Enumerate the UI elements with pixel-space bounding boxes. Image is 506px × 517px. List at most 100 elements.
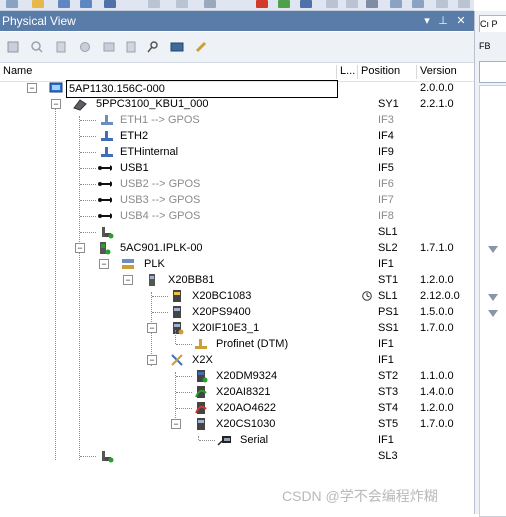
column-l[interactable]: L... xyxy=(340,65,355,77)
tree-item-label[interactable]: ETH1 --> GPOS xyxy=(120,112,200,128)
tree-item-label[interactable]: X20BC1083 xyxy=(192,288,251,304)
version-value: 2.0.0.0 xyxy=(420,82,454,94)
expand-arrow-icon[interactable] xyxy=(488,246,498,253)
tree-row[interactable]: Profinet (DTM) IF1 xyxy=(0,330,474,352)
x2x-icon xyxy=(171,354,183,366)
tree-row[interactable]: Serial IF1 xyxy=(0,432,474,448)
column-name[interactable]: Name xyxy=(3,65,32,77)
tree-row[interactable]: − 5AP1130.156C-000 2.0.0.0 xyxy=(0,80,474,98)
tree-item-label[interactable]: X20AO4622 xyxy=(216,400,276,416)
tools-icon[interactable] xyxy=(146,40,160,54)
toolbar-icon[interactable] xyxy=(458,0,470,8)
version-value: 1.2.0.0 xyxy=(420,274,454,286)
config-icon[interactable] xyxy=(78,40,92,54)
pin-icon[interactable]: ⊥ xyxy=(436,11,450,31)
tree-item-label[interactable]: X20CS1030 xyxy=(216,416,275,432)
collapse-icon[interactable]: − xyxy=(75,243,85,253)
collapse-icon[interactable]: − xyxy=(123,275,133,285)
toolbar-icon[interactable] xyxy=(148,0,160,8)
dropdown-arrow-icon[interactable]: ▾ xyxy=(420,11,434,31)
fb-button[interactable]: FB xyxy=(479,37,506,55)
tree-item-label[interactable]: 5PPC3100_KBU1_000 xyxy=(96,96,209,112)
toolbar-icon[interactable] xyxy=(176,0,188,8)
tree-row[interactable]: X20AO4622 ST4 1.2.0.0 xyxy=(0,400,474,416)
tree-item-label[interactable]: USB1 xyxy=(120,160,149,176)
tree-item-label[interactable]: Serial xyxy=(240,432,268,448)
tree-row[interactable]: − PLK IF1 xyxy=(0,256,474,272)
collapse-icon[interactable]: − xyxy=(147,355,157,365)
toolbar-icon[interactable] xyxy=(278,0,290,8)
collapse-icon[interactable]: − xyxy=(27,83,37,93)
tree-item-label[interactable]: X20AI8321 xyxy=(216,384,270,400)
properties-icon[interactable] xyxy=(6,40,20,54)
toolbar-icon[interactable] xyxy=(80,0,92,8)
side-panel-content xyxy=(479,85,506,517)
search-icon[interactable] xyxy=(30,40,44,54)
tree-item-label[interactable]: Profinet (DTM) xyxy=(216,336,288,352)
module-icon[interactable] xyxy=(102,40,116,54)
toolbar-icon[interactable] xyxy=(436,0,448,8)
tree-row[interactable]: USB1 IF5 xyxy=(0,160,474,176)
tree-row[interactable]: X20DM9324 ST2 1.1.0.0 xyxy=(0,368,474,384)
tree-row[interactable]: USB2 --> GPOS IF6 xyxy=(0,176,474,192)
tree-row[interactable]: SL3 xyxy=(0,448,474,464)
collapse-icon[interactable]: − xyxy=(171,419,181,429)
tab-p[interactable]: Cı P xyxy=(479,15,506,32)
tree-row[interactable]: ETHinternal IF9 xyxy=(0,144,474,160)
document-icon[interactable] xyxy=(54,40,68,54)
side-panel-input[interactable] xyxy=(479,61,506,83)
collapse-icon[interactable]: − xyxy=(147,323,157,333)
tree-row[interactable]: − X2X IF1 xyxy=(0,352,474,368)
file-icon[interactable] xyxy=(124,40,138,54)
collapse-icon[interactable]: − xyxy=(51,99,61,109)
toolbar-icon[interactable] xyxy=(6,0,18,8)
tree-row[interactable]: USB3 --> GPOS IF7 xyxy=(0,192,474,208)
tree-item-label[interactable]: ETH2 xyxy=(120,128,148,144)
tree-row[interactable]: ETH2 IF4 xyxy=(0,128,474,144)
physical-view-tree: − 5AP1130.156C-000 2.0.0.0 − 5PPC3100_KB… xyxy=(0,80,474,475)
collapse-icon[interactable]: − xyxy=(99,259,109,269)
tree-row[interactable]: X20BC1083 SL1 2.12.0.0 xyxy=(0,288,474,304)
column-position[interactable]: Position xyxy=(361,65,400,77)
toolbar-icon[interactable] xyxy=(326,0,338,8)
tree-row[interactable]: − X20CS1030 ST5 1.7.0.0 xyxy=(0,416,474,432)
tree-row[interactable]: X20AI8321 ST3 1.4.0.0 xyxy=(0,384,474,400)
tree-item-label[interactable]: X20PS9400 xyxy=(192,304,251,320)
toolbar-icon[interactable] xyxy=(366,0,378,8)
toolbar-icon[interactable] xyxy=(346,0,358,8)
toolbar-icon[interactable] xyxy=(104,0,116,8)
expand-arrow-icon[interactable] xyxy=(488,294,498,301)
tree-row[interactable]: − 5AC901.IPLK-00 SL2 1.7.1.0 xyxy=(0,240,474,256)
tree-row[interactable]: − 5PPC3100_KBU1_000 SY1 2.2.1.0 xyxy=(0,96,474,112)
tree-row[interactable]: X20PS9400 PS1 1.5.0.0 xyxy=(0,304,474,320)
tree-row[interactable]: SL1 xyxy=(0,224,474,240)
panel-title: Physical View xyxy=(2,14,76,28)
expand-arrow-icon[interactable] xyxy=(488,310,498,317)
toolbar-icon[interactable] xyxy=(390,0,402,8)
tree-row[interactable]: ETH1 --> GPOS IF3 xyxy=(0,112,474,128)
tree-item-label[interactable]: X20IF10E3_1 xyxy=(192,320,259,336)
tree-item-label[interactable]: USB3 --> GPOS xyxy=(120,192,200,208)
tree-item-label[interactable]: ETHinternal xyxy=(120,144,178,160)
tree-item-label[interactable]: PLK xyxy=(144,256,165,272)
tree-item-label[interactable]: USB2 --> GPOS xyxy=(120,176,200,192)
toolbar-icon[interactable] xyxy=(32,0,44,8)
toolbar-icon[interactable] xyxy=(204,0,216,8)
tree-row[interactable]: − X20BB81 ST1 1.2.0.0 xyxy=(0,272,474,288)
tree-item-label[interactable]: X20DM9324 xyxy=(216,368,277,384)
tree-row[interactable]: − X20IF10E3_1 SS1 1.7.0.0 xyxy=(0,320,474,336)
toolbar-icon[interactable] xyxy=(412,0,424,8)
tree-item-label[interactable]: 5AC901.IPLK-00 xyxy=(120,240,203,256)
delete-icon[interactable] xyxy=(256,0,268,8)
edit-icon[interactable] xyxy=(194,40,208,54)
close-icon[interactable]: ✕ xyxy=(454,11,468,31)
tree-row[interactable]: USB4 --> GPOS IF8 xyxy=(0,208,474,224)
tree-item-label[interactable]: X20BB81 xyxy=(168,272,214,288)
column-version[interactable]: Version xyxy=(420,65,457,77)
usb-icon xyxy=(98,165,112,171)
tree-item-label[interactable]: X2X xyxy=(192,352,213,368)
toolbar-icon[interactable] xyxy=(300,0,312,8)
network-icon[interactable] xyxy=(170,40,184,54)
toolbar-icon[interactable] xyxy=(58,0,70,8)
tree-item-label[interactable]: USB4 --> GPOS xyxy=(120,208,200,224)
